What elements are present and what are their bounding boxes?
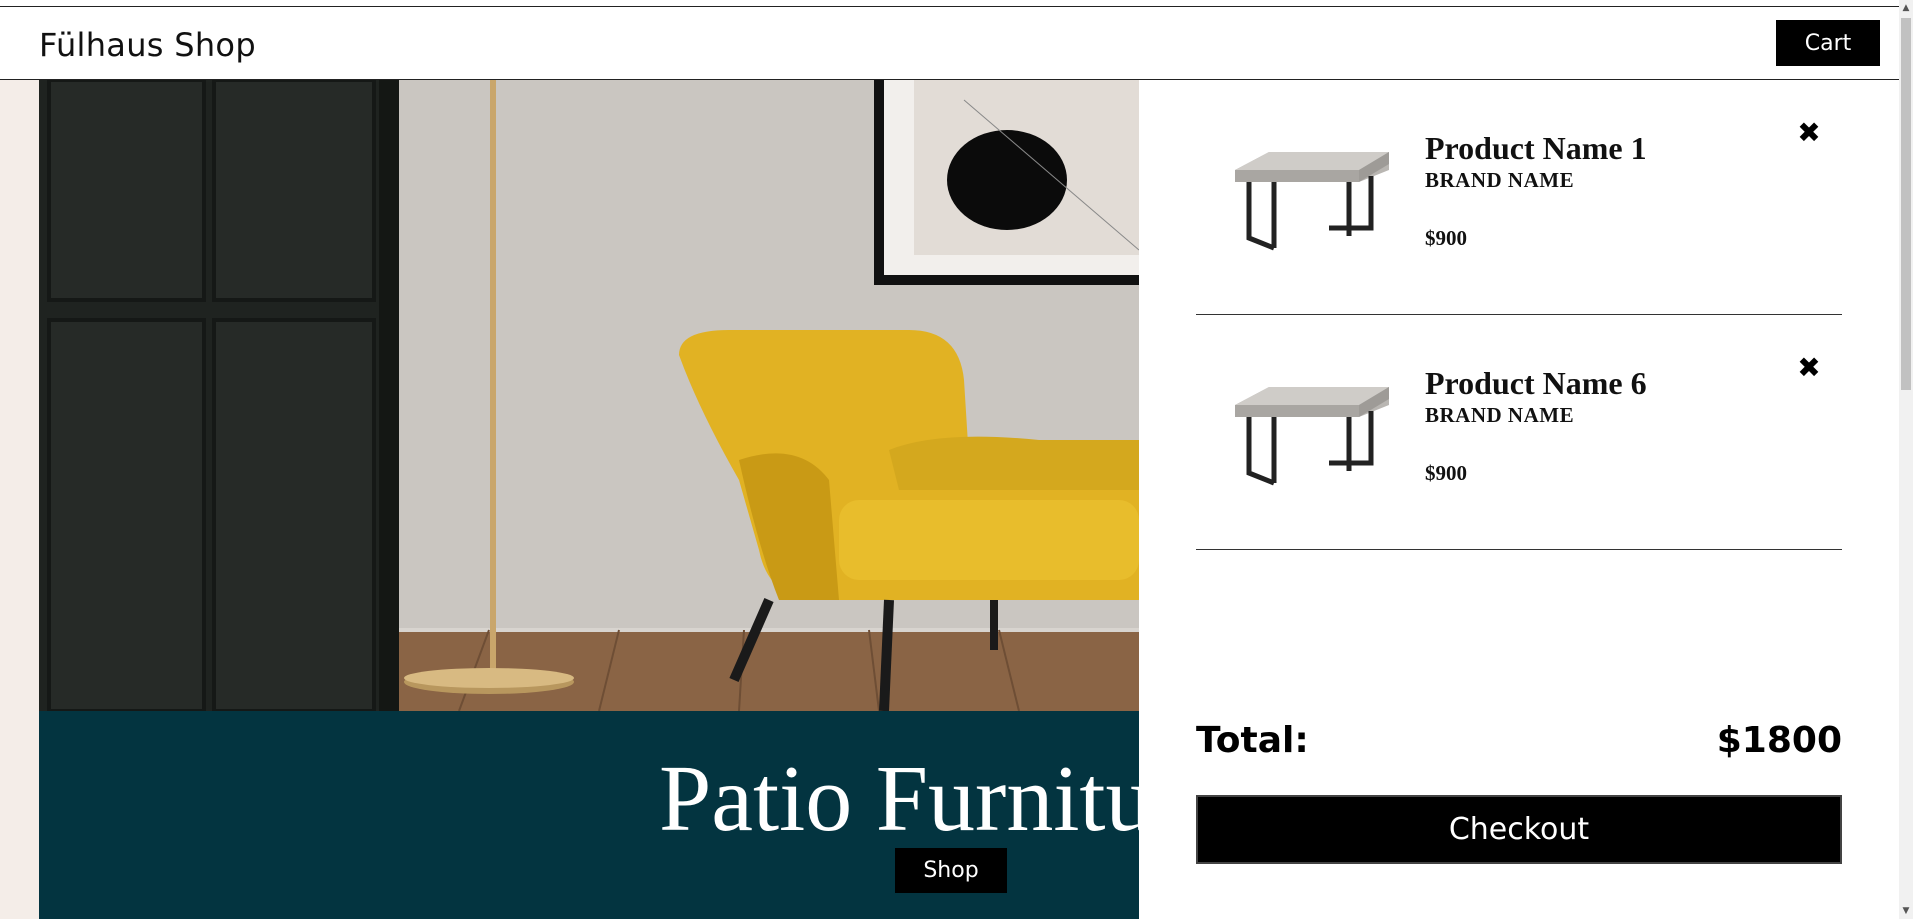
- scroll-thumb[interactable]: [1901, 18, 1911, 390]
- checkout-button[interactable]: Checkout: [1196, 795, 1842, 864]
- browser-top-edge: [0, 0, 1913, 6]
- close-icon[interactable]: ✖: [1794, 118, 1824, 148]
- banner-title: Patio Furniture: [659, 747, 1139, 851]
- item-name[interactable]: Product Name 6: [1425, 365, 1647, 402]
- site-brand[interactable]: Fülhaus Shop: [39, 26, 256, 64]
- site-header: Fülhaus Shop Cart: [0, 6, 1899, 80]
- item-brand: BRAND NAME: [1425, 403, 1575, 427]
- total-value: $1800: [1716, 720, 1842, 761]
- item-price: $900: [1425, 461, 1467, 485]
- hero-image: [39, 80, 1139, 711]
- cart-drawer: Product Name 1 BRAND NAME $900 ✖ Product…: [1139, 80, 1899, 919]
- total-label: Total:: [1196, 720, 1309, 761]
- close-icon[interactable]: ✖: [1794, 353, 1824, 383]
- item-brand: BRAND NAME: [1425, 168, 1575, 192]
- item-name[interactable]: Product Name 1: [1425, 130, 1647, 167]
- table-icon[interactable]: [1229, 130, 1394, 260]
- table-icon[interactable]: [1229, 365, 1394, 495]
- yellow-armchair-photo: [39, 80, 1139, 711]
- scroll-down-icon[interactable]: ▼: [1901, 905, 1911, 917]
- shop-button[interactable]: Shop: [895, 848, 1007, 893]
- cart-item: Product Name 1 BRAND NAME $900 ✖: [1196, 80, 1842, 315]
- item-price: $900: [1425, 226, 1467, 250]
- promo-banner: Patio Furniture Shop: [39, 711, 1139, 919]
- scroll-up-icon[interactable]: ▲: [1901, 2, 1911, 14]
- page-scrollbar[interactable]: ▲ ▼: [1899, 0, 1913, 919]
- cart-item: Product Name 6 BRAND NAME $900 ✖: [1196, 315, 1842, 550]
- cart-button[interactable]: Cart: [1776, 20, 1880, 66]
